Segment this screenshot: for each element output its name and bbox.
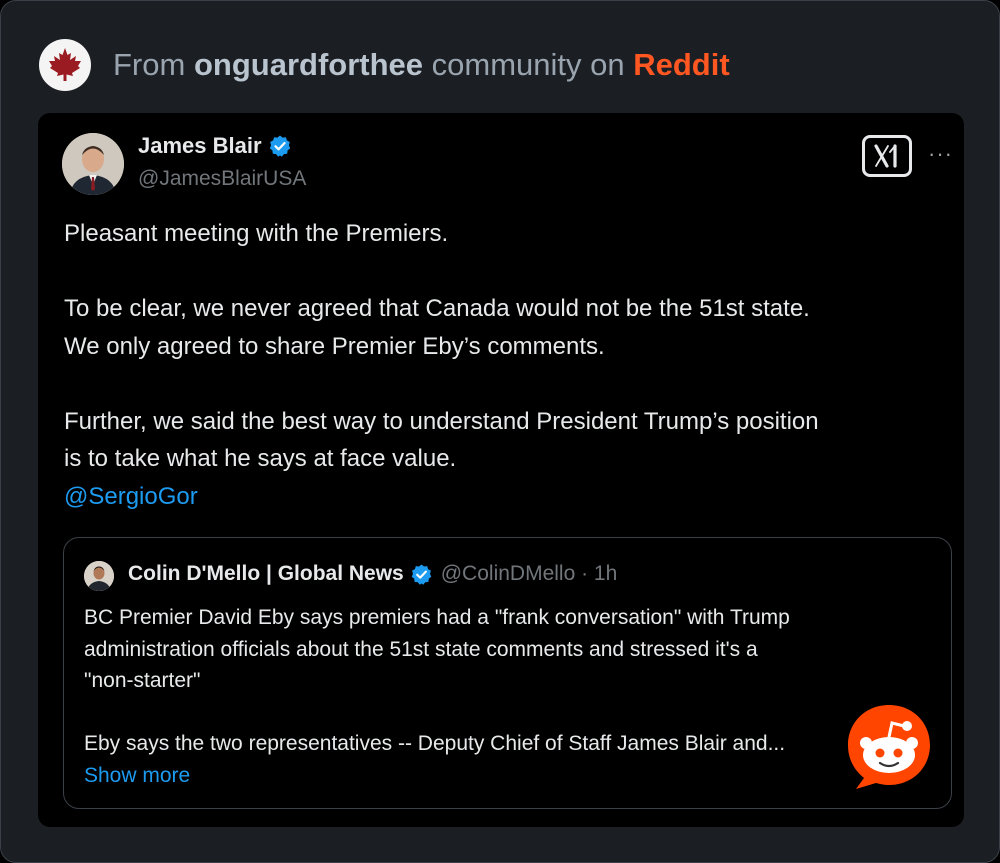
community-avatar[interactable] [39, 39, 91, 91]
quoted-tweet[interactable]: Colin D'Mello | Global News @ColinDMello… [63, 537, 952, 809]
x-logo-icon[interactable] [862, 135, 912, 177]
quoted-line: Eby says the two representatives -- Depu… [84, 732, 786, 755]
quoted-author-name[interactable]: Colin D'Mello | Global News [128, 562, 404, 586]
quoted-header: Colin D'Mello | Global News @ColinDMello… [128, 562, 617, 586]
tweet-line: To be clear, we never agreed that Canada… [64, 295, 810, 322]
tweet-card: James Blair @JamesBlairUSA ··· Pleasant … [38, 113, 964, 827]
author-name-text: James Blair [138, 133, 262, 158]
reddit-link[interactable]: Reddit [633, 47, 729, 82]
header-middle: community on [431, 47, 625, 82]
tweet-line: is to take what he says at face value. [64, 445, 457, 472]
quoted-author-avatar[interactable] [84, 561, 114, 591]
verified-badge-icon [268, 134, 292, 158]
embed-header: From onguardforthee community on Reddit [39, 39, 969, 91]
show-more-link[interactable]: Show more [84, 760, 934, 792]
author-avatar[interactable] [62, 133, 124, 195]
quoted-line: BC Premier David Eby says premiers had a… [84, 606, 790, 629]
reddit-snoo-icon[interactable] [844, 699, 934, 791]
author-name[interactable]: James Blair [138, 133, 292, 159]
community-link[interactable]: onguardforthee [194, 47, 423, 82]
header-prefix: From [113, 47, 186, 82]
quoted-text: BC Premier David Eby says premiers had a… [84, 602, 934, 791]
author-handle[interactable]: @JamesBlairUSA [138, 167, 306, 191]
mention-link[interactable]: @SergioGor [64, 478, 944, 516]
tweet-line: We only agreed to share Premier Eby’s co… [64, 332, 605, 360]
reddit-embed-card: From onguardforthee community on Reddit … [0, 0, 1000, 863]
tweet-line: Pleasant meeting with the Premiers. [64, 220, 449, 247]
quoted-line: "non-starter" [84, 669, 201, 692]
author-photo [62, 133, 124, 195]
more-options-icon[interactable]: ··· [928, 141, 953, 167]
tweet-line: Further, we said the best way to underst… [64, 407, 819, 435]
tweet-text: Pleasant meeting with the Premiers. To b… [64, 215, 944, 515]
verified-badge-icon [410, 563, 433, 586]
embed-source-text: From onguardforthee community on Reddit [113, 47, 730, 83]
quoted-line: administration officials about the 51st … [84, 637, 758, 661]
quoted-handle-time: @ColinDMello · 1h [440, 562, 618, 585]
maple-leaf-icon [49, 48, 81, 81]
quoted-author-photo [84, 561, 114, 591]
